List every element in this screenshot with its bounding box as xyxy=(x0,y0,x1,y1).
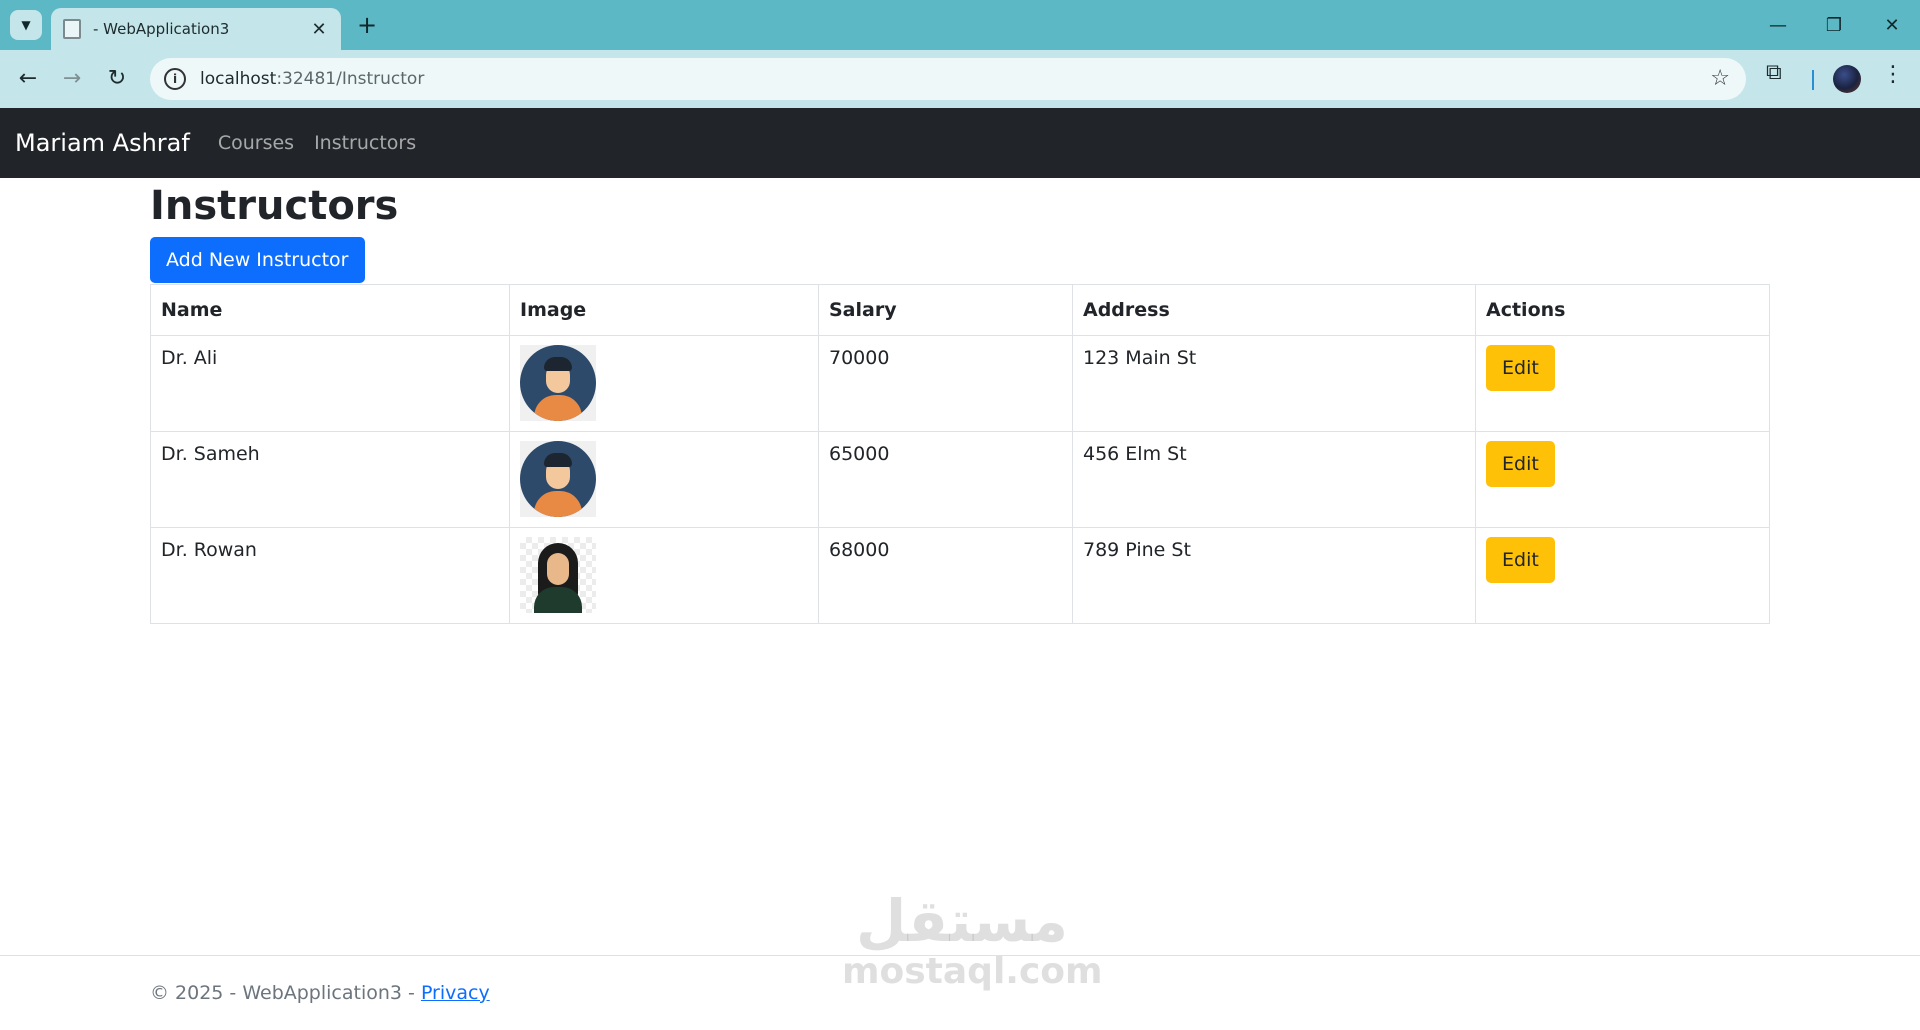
page-title: Instructors xyxy=(150,183,399,229)
profile-avatar[interactable] xyxy=(1833,65,1861,93)
new-tab-button[interactable]: + xyxy=(352,10,382,40)
cell-address: 456 Elm St xyxy=(1072,431,1476,528)
cell-image xyxy=(509,335,819,432)
header-actions: Actions xyxy=(1475,284,1770,336)
table-row: Dr. Rowan 68000 789 Pine St Edit xyxy=(150,527,1770,624)
cell-name: Dr. Sameh xyxy=(150,431,510,528)
minimize-button[interactable]: — xyxy=(1750,0,1806,50)
header-image: Image xyxy=(509,284,819,336)
back-button[interactable]: ← xyxy=(10,60,46,96)
header-address: Address xyxy=(1072,284,1476,336)
tab-title: - WebApplication3 xyxy=(93,20,230,38)
restore-button[interactable]: ❐ xyxy=(1806,0,1862,50)
reload-button[interactable]: ↻ xyxy=(99,60,135,96)
cell-name: Dr. Rowan xyxy=(150,527,510,624)
url-text: localhost:32481/Instructor xyxy=(200,69,425,89)
close-window-button[interactable]: ✕ xyxy=(1864,0,1920,50)
edit-button[interactable]: Edit xyxy=(1486,537,1555,583)
cell-image xyxy=(509,431,819,528)
tab-search-button[interactable]: ▼ xyxy=(10,10,42,40)
edit-button[interactable]: Edit xyxy=(1486,345,1555,391)
browser-tab[interactable]: - WebApplication3 ✕ xyxy=(51,8,341,50)
header-salary: Salary xyxy=(818,284,1073,336)
table-row: Dr. Ali 70000 123 Main St Edit xyxy=(150,335,1770,432)
instructor-photo xyxy=(520,537,596,613)
edit-button[interactable]: Edit xyxy=(1486,441,1555,487)
browser-toolbar: ← → ↻ i localhost:32481/Instructor ☆ xyxy=(0,50,1920,108)
cell-address: 789 Pine St xyxy=(1072,527,1476,624)
cell-actions: Edit xyxy=(1475,527,1770,624)
footer-text: © 2025 - WebApplication3 - Privacy xyxy=(150,982,490,1004)
site-info-icon[interactable]: i xyxy=(164,68,186,90)
instructor-photo xyxy=(520,345,596,421)
browser-tabstrip: ▼ - WebApplication3 ✕ + — ❐ ✕ xyxy=(0,0,1920,50)
close-tab-icon[interactable]: ✕ xyxy=(309,19,329,40)
header-name: Name xyxy=(150,284,510,336)
nav-link-instructors[interactable]: Instructors xyxy=(314,132,416,154)
chevron-down-icon: ▼ xyxy=(21,18,31,32)
add-new-instructor-button[interactable]: Add New Instructor xyxy=(150,237,365,283)
copyright-text: © 2025 - WebApplication3 - xyxy=(150,982,421,1004)
table-row: Dr. Sameh 65000 456 Elm St Edit xyxy=(150,431,1770,528)
cell-salary: 70000 xyxy=(818,335,1073,432)
cell-salary: 68000 xyxy=(818,527,1073,624)
page-footer: © 2025 - WebApplication3 - Privacy xyxy=(0,955,1920,1030)
cell-image xyxy=(509,527,819,624)
cell-actions: Edit xyxy=(1475,335,1770,432)
forward-button[interactable]: → xyxy=(54,60,90,96)
privacy-link[interactable]: Privacy xyxy=(421,982,490,1004)
main-content: Instructors Add New Instructor Name Imag… xyxy=(150,178,1770,624)
address-bar[interactable]: i localhost:32481/Instructor ☆ xyxy=(150,58,1746,100)
cell-address: 123 Main St xyxy=(1072,335,1476,432)
navbar-brand[interactable]: Mariam Ashraf xyxy=(15,129,190,157)
bookmark-star-icon[interactable]: ☆ xyxy=(1710,66,1730,91)
app-navbar: Mariam Ashraf Courses Instructors xyxy=(0,108,1920,178)
instructor-photo xyxy=(520,441,596,517)
page-favicon-icon xyxy=(63,19,81,39)
toolbar-divider xyxy=(1812,70,1814,90)
cell-actions: Edit xyxy=(1475,431,1770,528)
browser-menu-icon[interactable]: ⋮ xyxy=(1882,62,1904,87)
cell-name: Dr. Ali xyxy=(150,335,510,432)
instructors-table: Name Image Salary Address Actions Dr. Al… xyxy=(150,284,1770,624)
table-header-row: Name Image Salary Address Actions xyxy=(150,284,1770,336)
extensions-puzzle-icon[interactable]: ⧉ xyxy=(1766,60,1782,85)
watermark-arabic: مستقل xyxy=(855,887,1069,955)
cell-salary: 65000 xyxy=(818,431,1073,528)
nav-link-courses[interactable]: Courses xyxy=(218,132,294,154)
